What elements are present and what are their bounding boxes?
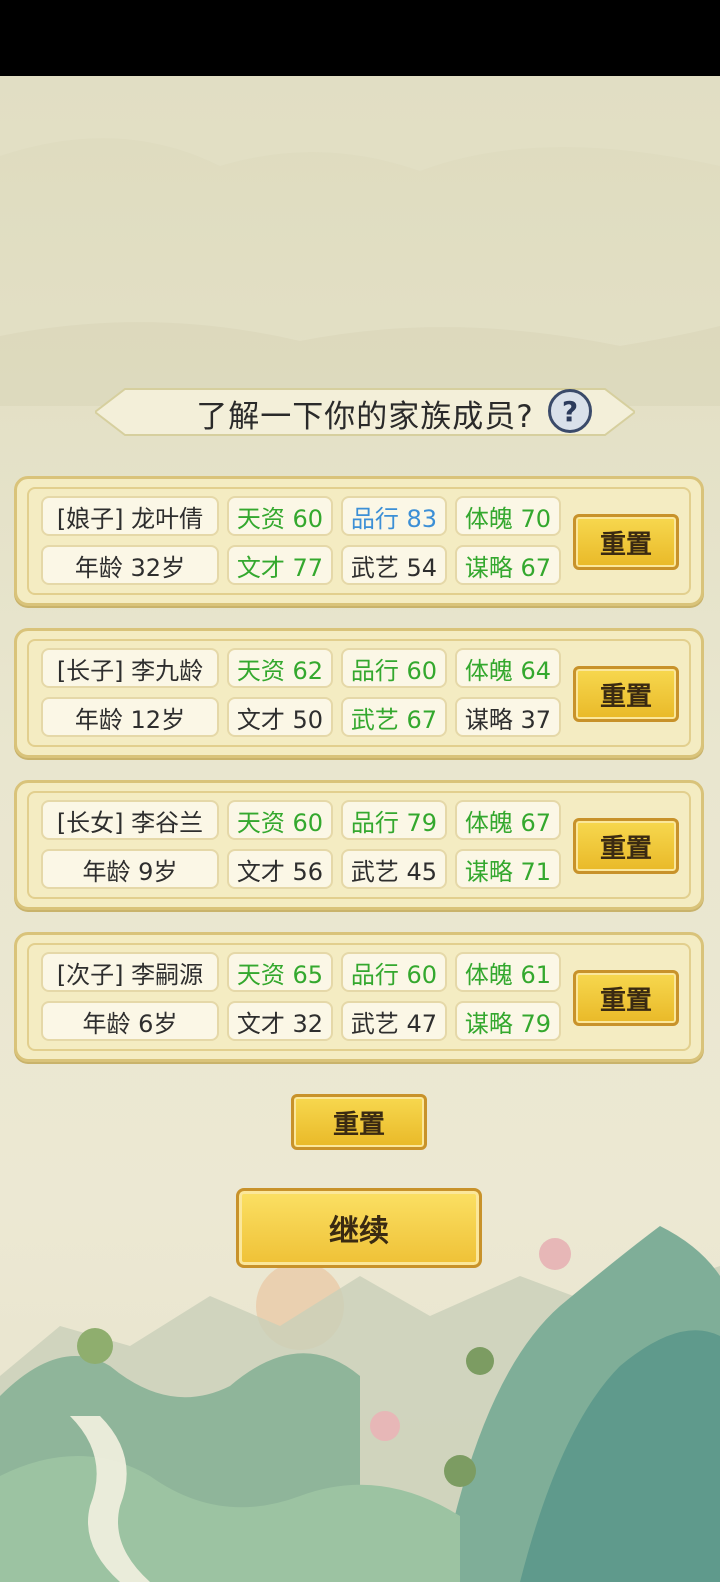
member-reset-button[interactable]: 重置 bbox=[573, 666, 679, 722]
member-age: 年龄 6岁 bbox=[41, 1001, 219, 1041]
member-age: 年龄 9岁 bbox=[41, 849, 219, 889]
stat-martial: 武艺 45 bbox=[341, 849, 447, 889]
member-reset-button[interactable]: 重置 bbox=[573, 818, 679, 874]
stat-literary: 文才 56 bbox=[227, 849, 333, 889]
member-card: [长子] 李九龄 年龄 12岁 天资 62 品行 60 体魄 64 文才 50 武艺 67 谋… bbox=[14, 628, 704, 758]
member-age: 年龄 12岁 bbox=[41, 697, 219, 737]
stat-strategy: 谋略 71 bbox=[455, 849, 561, 889]
stat-physique: 体魄 61 bbox=[455, 952, 561, 992]
status-bar bbox=[0, 0, 720, 76]
stat-strategy: 谋略 37 bbox=[455, 697, 561, 737]
stat-literary: 文才 77 bbox=[227, 545, 333, 585]
stat-physique: 体魄 67 bbox=[455, 800, 561, 840]
stat-strategy: 谋略 67 bbox=[455, 545, 561, 585]
member-name: [次子] 李嗣源 bbox=[41, 952, 219, 992]
member-reset-button[interactable]: 重置 bbox=[573, 514, 679, 570]
stat-aptitude: 天资 60 bbox=[227, 496, 333, 536]
member-card: [次子] 李嗣源 年龄 6岁 天资 65 品行 60 体魄 61 文才 32 武艺 47 谋略… bbox=[14, 932, 704, 1062]
stat-literary: 文才 32 bbox=[227, 1001, 333, 1041]
member-card: [娘子] 龙叶倩 年龄 32岁 天资 60 品行 83 体魄 70 文才 77 武艺 54 谋… bbox=[14, 476, 704, 606]
stat-physique: 体魄 64 bbox=[455, 648, 561, 688]
member-age: 年龄 32岁 bbox=[41, 545, 219, 585]
member-name: [娘子] 龙叶倩 bbox=[41, 496, 219, 536]
member-name: [长子] 李九龄 bbox=[41, 648, 219, 688]
stat-conduct: 品行 60 bbox=[341, 648, 447, 688]
stat-martial: 武艺 54 bbox=[341, 545, 447, 585]
stat-conduct: 品行 60 bbox=[341, 952, 447, 992]
stat-martial: 武艺 47 bbox=[341, 1001, 447, 1041]
stat-literary: 文才 50 bbox=[227, 697, 333, 737]
title-banner: 了解一下你的家族成员? ? bbox=[95, 385, 635, 439]
stat-conduct: 品行 79 bbox=[341, 800, 447, 840]
stat-aptitude: 天资 60 bbox=[227, 800, 333, 840]
reset-all-button[interactable]: 重置 bbox=[291, 1094, 427, 1150]
stat-physique: 体魄 70 bbox=[455, 496, 561, 536]
member-reset-button[interactable]: 重置 bbox=[573, 970, 679, 1026]
stat-martial: 武艺 67 bbox=[341, 697, 447, 737]
stat-conduct: 品行 83 bbox=[341, 496, 447, 536]
member-card: [长女] 李谷兰 年龄 9岁 天资 60 品行 79 体魄 67 文才 56 武艺 45 谋略… bbox=[14, 780, 704, 910]
stat-aptitude: 天资 62 bbox=[227, 648, 333, 688]
continue-button[interactable]: 继续 bbox=[236, 1188, 482, 1268]
stat-strategy: 谋略 79 bbox=[455, 1001, 561, 1041]
member-name: [长女] 李谷兰 bbox=[41, 800, 219, 840]
stat-aptitude: 天资 65 bbox=[227, 952, 333, 992]
help-icon[interactable]: ? bbox=[548, 389, 592, 433]
